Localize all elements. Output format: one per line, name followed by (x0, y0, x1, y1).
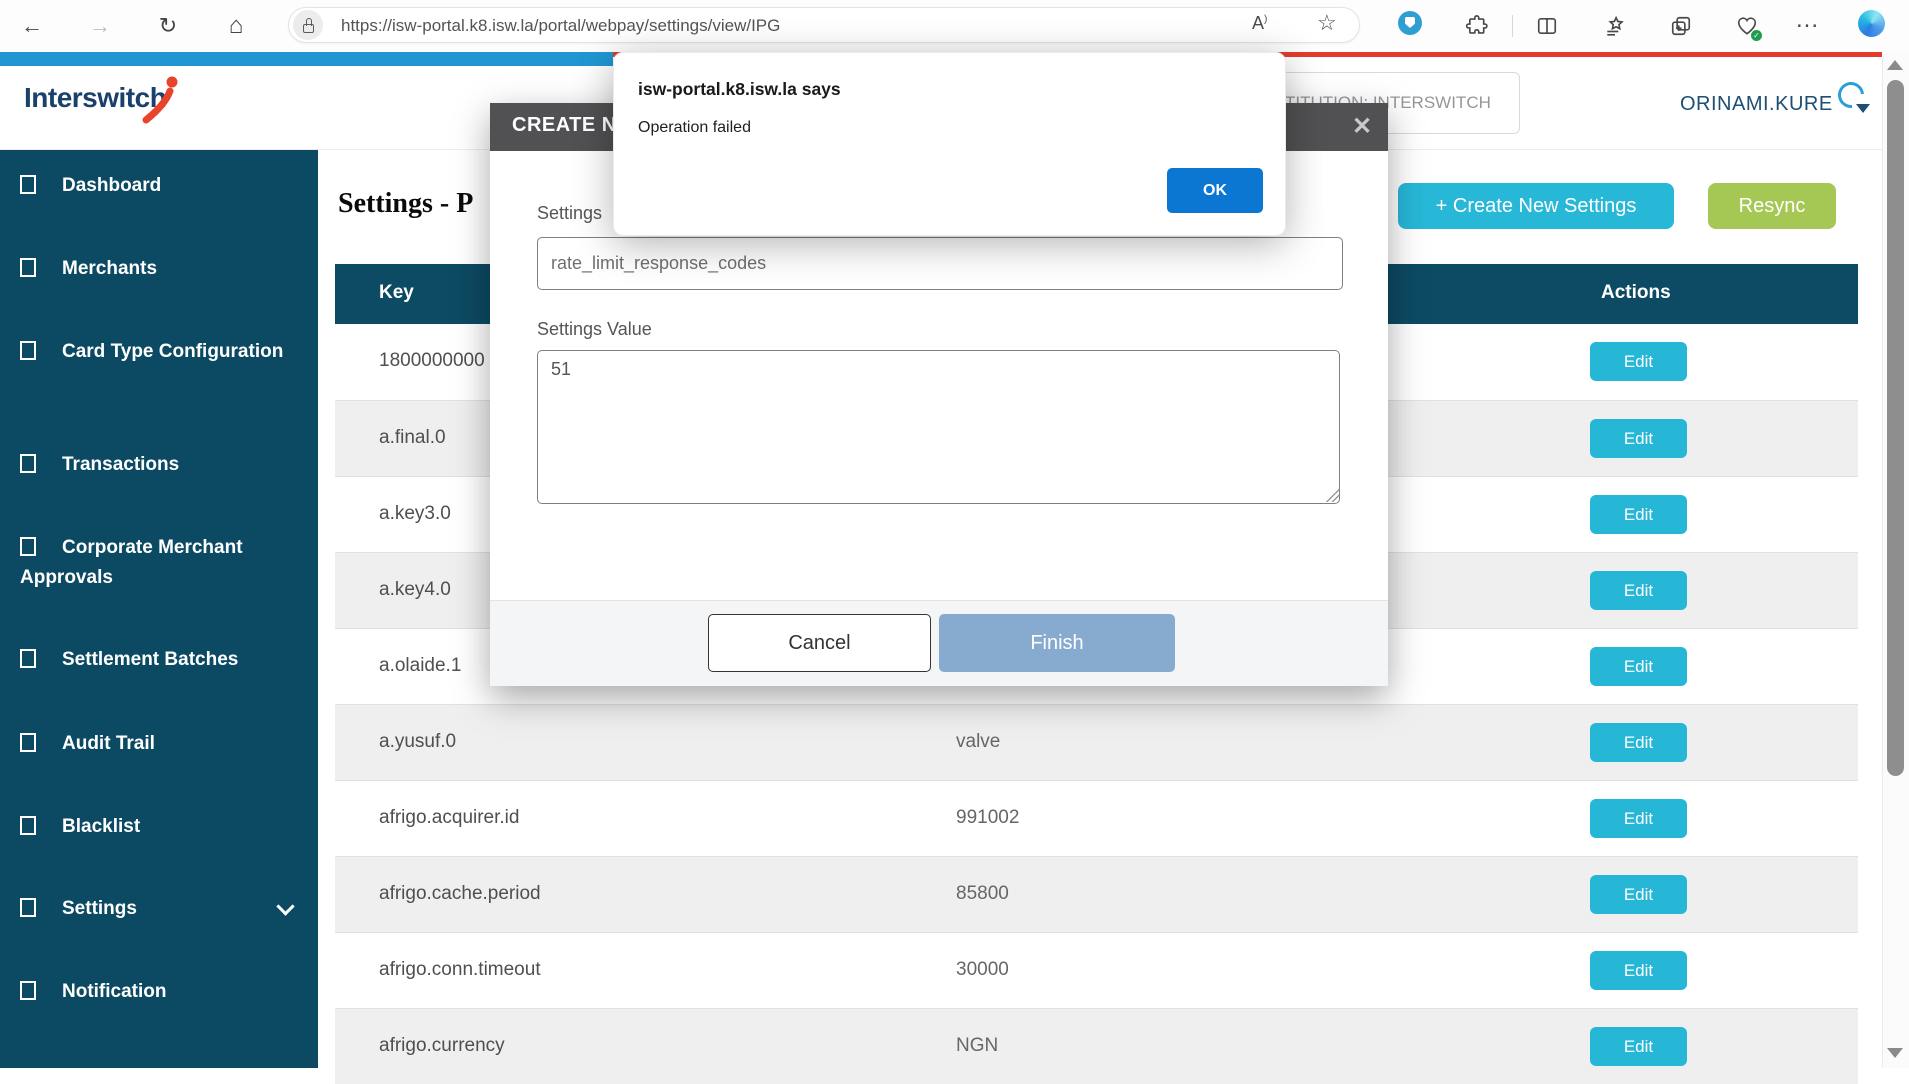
sidebar-item-blacklist[interactable]: Blacklist (0, 812, 318, 842)
scrollbar-thumb[interactable] (1887, 80, 1904, 776)
edit-button[interactable]: Edit (1590, 1027, 1687, 1066)
collections-icon[interactable] (1602, 13, 1628, 39)
toolbar-separator (1512, 15, 1513, 37)
key-column-header: Key (379, 282, 414, 304)
settings-value-textarea[interactable]: 51 (537, 350, 1340, 504)
row-key: afrigo.currency (379, 1035, 505, 1057)
favorite-star-icon[interactable]: ☆ (1317, 10, 1337, 36)
table-row: afrigo.currency NGN Edit (335, 1008, 1858, 1084)
edit-button[interactable]: Edit (1590, 419, 1687, 458)
chevron-down-icon (276, 897, 294, 915)
modal-footer: Cancel Finish (490, 600, 1388, 686)
interswitch-swoosh-icon (140, 74, 182, 124)
essentials-check-badge: ✓ (1751, 30, 1762, 41)
sidebar-item-card-type-configuration[interactable]: Card Type Configuration (0, 337, 318, 367)
row-key: a.yusuf.0 (379, 731, 456, 753)
settings-key-label: Settings (537, 203, 602, 224)
row-value: NGN (956, 1035, 998, 1057)
sidebar-item-settlement-batches[interactable]: Settlement Batches (0, 645, 318, 675)
edit-button[interactable]: Edit (1590, 571, 1687, 610)
alert-ok-button[interactable]: OK (1167, 168, 1263, 213)
resize-grip-icon[interactable] (1326, 489, 1339, 502)
edit-button[interactable]: Edit (1590, 723, 1687, 762)
row-key: a.key4.0 (379, 579, 451, 601)
table-row: a.yusuf.0 valve Edit (335, 704, 1858, 780)
scrollbar-down-arrow[interactable] (1887, 1048, 1903, 1058)
card-type-icon (20, 341, 36, 360)
browser-alert-dialog: isw-portal.k8.isw.la says Operation fail… (613, 52, 1286, 236)
table-row: afrigo.cache.period 85800 Edit (335, 856, 1858, 932)
address-bar[interactable]: https://isw-portal.k8.isw.la/portal/webp… (288, 7, 1360, 43)
cancel-button[interactable]: Cancel (708, 614, 931, 672)
edit-button[interactable]: Edit (1590, 495, 1687, 534)
finish-button[interactable]: Finish (939, 614, 1175, 672)
split-screen-icon[interactable] (1534, 13, 1560, 39)
row-key: a.key3.0 (379, 503, 451, 525)
approvals-icon (20, 537, 36, 556)
settings-more-icon[interactable]: ... (1796, 6, 1819, 34)
scrollbar-up-arrow[interactable] (1887, 60, 1903, 70)
transactions-icon (20, 454, 36, 473)
sidebar-item-transactions[interactable]: Transactions (0, 450, 318, 480)
page-title: Settings - P (338, 188, 473, 220)
settings-key-input[interactable] (537, 237, 1343, 290)
alert-message: Operation failed (638, 119, 751, 137)
copilot-icon[interactable] (1858, 10, 1885, 37)
duplicate-tab-icon[interactable] (1668, 13, 1694, 39)
row-value: 991002 (956, 807, 1019, 829)
site-permissions-badge[interactable] (293, 10, 323, 40)
blacklist-icon (20, 816, 36, 835)
browser-essentials-icon[interactable]: ✓ (1734, 13, 1760, 39)
merchants-icon (20, 258, 36, 277)
refresh-icon[interactable]: ↻ (152, 10, 184, 42)
user-menu[interactable]: ORINAMI.KURE (1680, 93, 1833, 116)
row-key: afrigo.acquirer.id (379, 807, 519, 829)
sidebar-nav: Dashboard Merchants Card Type Configurat… (0, 150, 318, 1068)
sidebar-item-settings[interactable]: Settings (0, 894, 318, 924)
row-key: a.final.0 (379, 427, 446, 449)
actions-column-header: Actions (1601, 282, 1671, 304)
dashboard-icon (20, 175, 36, 194)
table-row: afrigo.acquirer.id 991002 Edit (335, 780, 1858, 856)
settlement-icon (20, 649, 36, 668)
sidebar-item-dashboard[interactable]: Dashboard (0, 171, 318, 201)
extensions-puzzle-icon[interactable] (1464, 13, 1490, 39)
sidebar-item-corporate-merchant-approvals[interactable]: Corporate Merchant Approvals (0, 533, 318, 593)
home-icon[interactable]: ⌂ (220, 10, 252, 42)
back-icon[interactable]: ← (16, 10, 48, 42)
page-scrollbar[interactable] (1882, 52, 1909, 1068)
edit-button[interactable]: Edit (1590, 875, 1687, 914)
edit-button[interactable]: Edit (1590, 951, 1687, 990)
browser-toolbar: ← → ↻ ⌂ https://isw-portal.k8.isw.la/por… (0, 0, 1909, 52)
row-key: a.olaide.1 (379, 655, 461, 677)
url-text[interactable]: https://isw-portal.k8.isw.la/portal/webp… (341, 16, 780, 36)
sidebar-item-audit-trail[interactable]: Audit Trail (0, 729, 318, 759)
read-aloud-icon[interactable]: A) (1252, 13, 1267, 34)
create-new-settings-button[interactable]: + Create New Settings (1398, 183, 1674, 229)
row-key: afrigo.cache.period (379, 883, 541, 905)
row-value: valve (956, 731, 1000, 753)
settings-value-label: Settings Value (537, 319, 652, 340)
edit-button[interactable]: Edit (1590, 799, 1687, 838)
audit-trail-icon (20, 733, 36, 752)
edit-button[interactable]: Edit (1590, 342, 1687, 381)
row-key: afrigo.conn.timeout (379, 959, 541, 981)
alert-title: isw-portal.k8.isw.la says (638, 79, 841, 100)
sidebar-item-notification[interactable]: Notification (0, 977, 318, 1007)
table-row: afrigo.conn.timeout 30000 Edit (335, 932, 1858, 1008)
edit-button[interactable]: Edit (1590, 647, 1687, 686)
notification-icon (20, 981, 36, 1000)
extension-icon[interactable] (1398, 11, 1422, 35)
close-icon[interactable]: ✕ (1345, 111, 1379, 145)
page-top-blue-bar (0, 52, 613, 66)
settings-icon (20, 898, 36, 917)
user-caret-icon[interactable] (1856, 104, 1870, 113)
row-value: 85800 (956, 883, 1009, 905)
row-key: 1800000000 (379, 350, 485, 372)
resync-button[interactable]: Resync (1708, 183, 1836, 229)
sidebar-item-merchants[interactable]: Merchants (0, 254, 318, 284)
forward-icon[interactable]: → (84, 10, 116, 42)
row-value: 30000 (956, 959, 1009, 981)
